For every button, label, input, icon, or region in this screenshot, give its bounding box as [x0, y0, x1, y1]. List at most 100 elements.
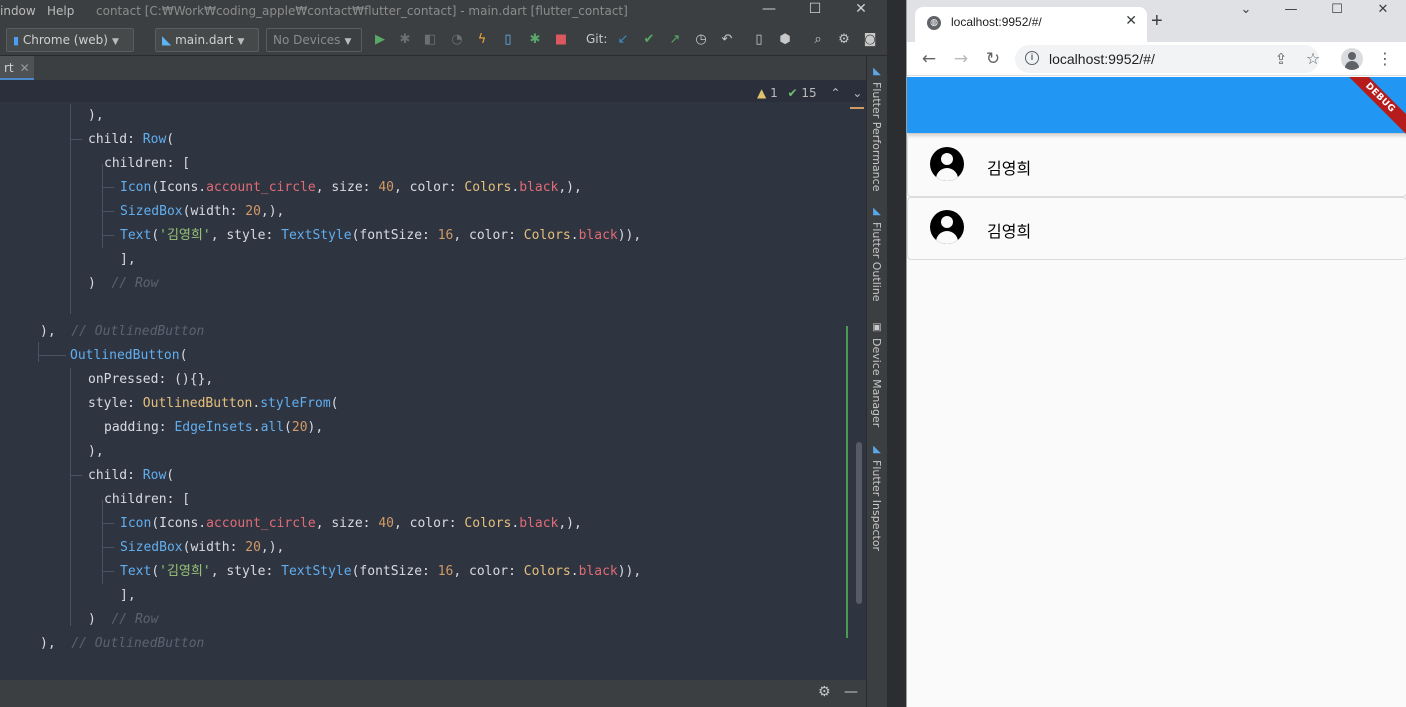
git-commit-icon[interactable]: ✔: [641, 32, 657, 48]
code-token: (: [166, 132, 175, 147]
editor-top-line: [0, 80, 866, 102]
share-icon[interactable]: ⇪: [1269, 47, 1293, 71]
code-token: child:: [88, 132, 143, 147]
flutter-icon: ◣: [873, 206, 881, 217]
contact-name: 김영희: [987, 159, 1032, 178]
code-token: (fontSize:: [351, 564, 438, 579]
code-line[interactable]: ),: [0, 104, 641, 128]
chevron-down-icon[interactable]: ⌄: [852, 86, 862, 100]
devices-select[interactable]: No Devices ▼: [266, 28, 362, 52]
globe-icon: ◍: [927, 16, 941, 30]
run-icon[interactable]: ▶: [372, 32, 388, 48]
profile-icon[interactable]: ◔: [449, 32, 465, 48]
check-icon: ✔: [787, 86, 798, 100]
menu-help[interactable]: Help: [47, 4, 74, 18]
code-token: '김영희': [159, 228, 211, 243]
code-line[interactable]: ) // Row: [0, 272, 641, 296]
code-line[interactable]: ],: [0, 584, 641, 608]
code-line[interactable]: ) // Row: [0, 608, 641, 632]
close-icon[interactable]: ✕: [20, 61, 30, 75]
code-line[interactable]: children: [: [0, 488, 641, 512]
ide-statusbar: ⚙ —: [0, 680, 866, 707]
more-menu-icon[interactable]: ⋮: [1373, 47, 1397, 71]
side-tab-label: Flutter Inspector: [870, 460, 883, 552]
close-window-button[interactable]: ✕: [846, 1, 876, 17]
git-update-icon[interactable]: ↙: [615, 32, 631, 48]
code-token: (: [151, 180, 160, 195]
code-line[interactable]: ],: [0, 248, 641, 272]
device-target-select[interactable]: ▮ Chrome (web) ▼: [6, 28, 134, 52]
tab-search-icon[interactable]: ⌄: [1232, 2, 1260, 17]
minimize-button[interactable]: —: [754, 1, 784, 17]
inspection-widget[interactable]: ▲ 1 ✔ 15 ⌃ ⌄: [757, 86, 862, 100]
code-token: account_circle: [206, 516, 316, 531]
hot-reload-icon[interactable]: ϟ: [474, 32, 490, 48]
attach-debugger-icon[interactable]: ✱: [527, 32, 543, 48]
reload-icon[interactable]: ↻: [981, 47, 1005, 71]
code-line[interactable]: padding: EdgeInsets.all(20),: [0, 416, 641, 440]
code-line[interactable]: SizedBox(width: 20,),: [0, 200, 641, 224]
run-config-select[interactable]: ◣ main.dart ▼: [155, 28, 259, 52]
code-line[interactable]: child: Row(: [0, 464, 641, 488]
code-line[interactable]: Icon(Icons.account_circle, size: 40, col…: [0, 512, 641, 536]
profile-avatar[interactable]: [1341, 48, 1363, 70]
minimize-button[interactable]: —: [1277, 2, 1305, 17]
maximize-button[interactable]: ☐: [1323, 2, 1351, 17]
device-manager-icon[interactable]: ▯: [751, 32, 767, 48]
code-token: Row: [142, 132, 167, 147]
stop-icon[interactable]: ■: [553, 32, 569, 48]
bookmark-star-icon[interactable]: ☆: [1301, 47, 1325, 71]
git-push-icon[interactable]: ↗: [667, 32, 683, 48]
search-icon[interactable]: ⌕: [810, 32, 826, 48]
window-title: contact [C:₩Work₩coding_apple₩contact₩fl…: [96, 4, 628, 18]
editor-scrollbar[interactable]: [856, 442, 862, 604]
gear-icon[interactable]: ⚙: [818, 684, 831, 700]
rollback-icon[interactable]: ↶: [719, 32, 735, 48]
code-line[interactable]: child: Row(: [0, 128, 641, 152]
code-token: 40: [378, 516, 394, 531]
flutter-attach-icon[interactable]: ⬢: [777, 32, 793, 48]
code-line[interactable]: style: OutlinedButton.styleFrom(: [0, 392, 641, 416]
forward-icon[interactable]: →: [949, 47, 973, 71]
code-token: black: [578, 228, 618, 243]
code-line[interactable]: Text('김영희', style: TextStyle(fontSize: 1…: [0, 560, 641, 584]
code-editor[interactable]: ▲ 1 ✔ 15 ⌃ ⌄ ), child: Row(children: [Ico…: [0, 80, 866, 680]
code-line[interactable]: [0, 296, 641, 320]
back-icon[interactable]: ←: [917, 47, 941, 71]
code-line[interactable]: Text('김영희', style: TextStyle(fontSize: 1…: [0, 224, 641, 248]
code-token: OutlinedButton: [142, 396, 253, 411]
code-line[interactable]: OutlinedButton(: [0, 344, 641, 368]
close-window-button[interactable]: ✕: [1369, 2, 1397, 17]
debug-icon[interactable]: ✱: [397, 32, 413, 48]
history-icon[interactable]: ◷: [693, 32, 709, 48]
code-line[interactable]: ),: [0, 440, 641, 464]
warning-count: 1: [770, 86, 778, 100]
menu-window[interactable]: indow: [0, 4, 36, 18]
maximize-button[interactable]: ☐: [800, 1, 830, 17]
phone-icon: ▮: [13, 34, 20, 47]
new-tab-button[interactable]: +: [1151, 10, 1163, 33]
profile-avatar-head: [1348, 52, 1356, 60]
url-text[interactable]: localhost:9952/#/: [1049, 51, 1155, 67]
contact-button[interactable]: 김영희: [907, 197, 1406, 260]
close-icon[interactable]: ✕: [1125, 13, 1137, 29]
minimize-panel-icon[interactable]: —: [844, 684, 858, 700]
contact-button[interactable]: 김영희: [907, 134, 1406, 197]
code-line[interactable]: SizedBox(width: 20,),: [0, 536, 641, 560]
gear-icon[interactable]: ⚙: [836, 32, 852, 48]
code-token: SizedBox: [120, 540, 183, 555]
coverage-icon[interactable]: ◧: [422, 32, 438, 48]
avatar-icon[interactable]: ◙: [862, 32, 878, 48]
chevron-up-icon[interactable]: ⌃: [831, 86, 841, 100]
code-line[interactable]: Icon(Icons.account_circle, size: 40, col…: [0, 176, 641, 200]
code-line[interactable]: children: [: [0, 152, 641, 176]
code-token: , color:: [393, 516, 465, 531]
code-line[interactable]: ), // OutlinedButton: [0, 632, 641, 656]
browser-tab[interactable]: ◍ localhost:9952/#/ ✕: [915, 7, 1147, 42]
info-icon[interactable]: i: [1025, 51, 1039, 65]
hot-restart-icon[interactable]: ▯: [500, 32, 516, 48]
code-line[interactable]: onPressed: (){},: [0, 368, 641, 392]
tab-main-dart[interactable]: rt ✕: [0, 56, 34, 80]
code-line[interactable]: ), // OutlinedButton: [0, 320, 641, 344]
code-text[interactable]: ), child: Row(children: [Icon(Icons.accou…: [0, 104, 641, 656]
